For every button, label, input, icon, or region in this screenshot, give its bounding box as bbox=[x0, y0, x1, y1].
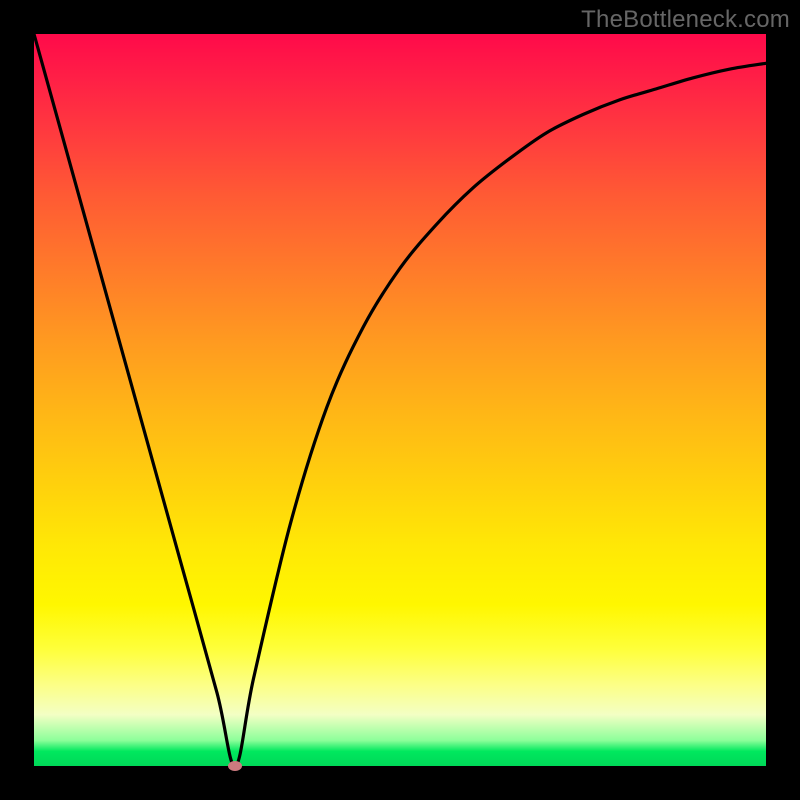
watermark-text: TheBottleneck.com bbox=[581, 6, 790, 34]
chart-frame: TheBottleneck.com bbox=[0, 0, 800, 800]
plot-area bbox=[34, 34, 766, 766]
bottleneck-curve bbox=[34, 34, 766, 766]
minimum-marker bbox=[228, 761, 242, 771]
